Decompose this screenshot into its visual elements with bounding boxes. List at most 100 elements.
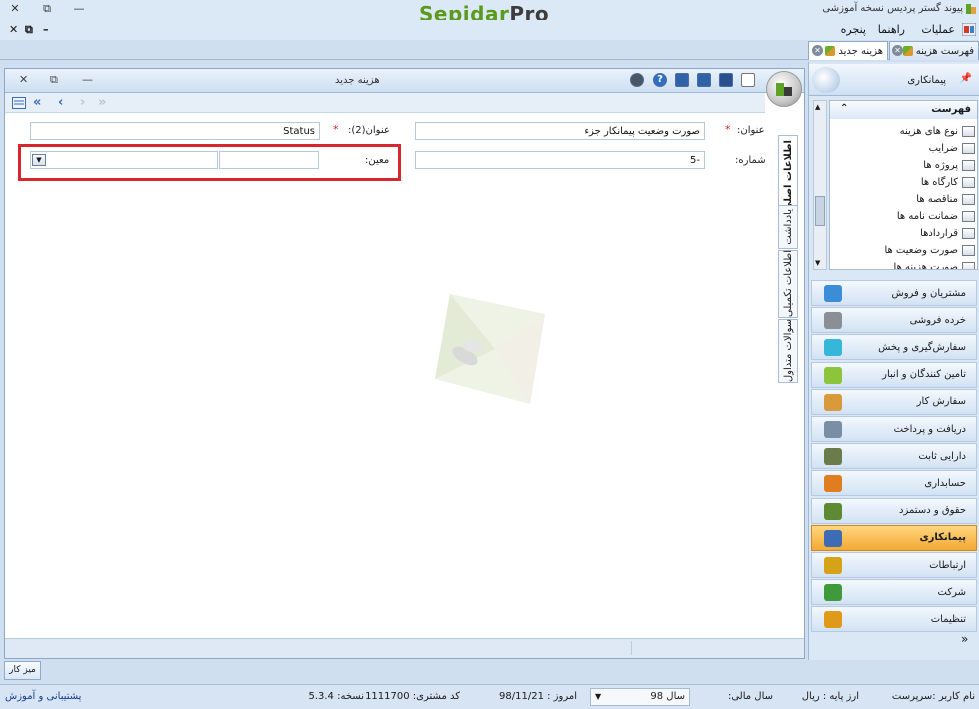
calculator-icon[interactable] bbox=[630, 73, 644, 87]
form-icon bbox=[962, 126, 975, 137]
window-minimize-button[interactable]: — bbox=[72, 2, 86, 16]
list-item-label: نوع های هزینه bbox=[899, 126, 958, 137]
list-item-projects[interactable]: پروژه ها bbox=[830, 157, 977, 174]
module-label: دارایی ثابت bbox=[918, 450, 966, 462]
user-name: نام کاربر :سرپرست bbox=[891, 691, 975, 702]
list-item-contracts[interactable]: قراردادها bbox=[830, 225, 977, 242]
app-icon bbox=[966, 4, 976, 14]
list-item-expense-types[interactable]: نوع های هزینه bbox=[830, 123, 977, 140]
support-link[interactable]: پشتیبانی و آموزش bbox=[5, 691, 81, 702]
today-date: امروز : 98/11/21 bbox=[499, 691, 577, 702]
scroll-thumb[interactable] bbox=[815, 196, 825, 226]
form-close-button[interactable]: ✕ bbox=[19, 73, 28, 86]
system-menu-icon[interactable] bbox=[962, 23, 976, 36]
title-input[interactable] bbox=[415, 122, 705, 140]
module-11[interactable]: شرکت bbox=[811, 579, 977, 606]
form-icon bbox=[962, 194, 975, 205]
module-6[interactable]: دارایی ثابت bbox=[811, 443, 977, 470]
module-label: شرکت bbox=[937, 586, 966, 598]
fiscal-year-label: سال مالی: bbox=[727, 691, 773, 702]
mdi-restore-button[interactable]: ⧉ bbox=[25, 23, 33, 37]
customer-code: کد مشتری: 1111700 bbox=[365, 691, 460, 702]
scroll-down-icon[interactable]: ▼ bbox=[815, 259, 820, 267]
save-icon[interactable] bbox=[719, 73, 733, 87]
module-7[interactable]: حسابداری bbox=[811, 470, 977, 497]
tab-notes[interactable]: یادداشت bbox=[778, 205, 798, 249]
module-icon bbox=[824, 421, 842, 438]
more-modules-button[interactable]: » bbox=[811, 632, 977, 656]
collapse-icon[interactable]: ⌃ bbox=[840, 103, 848, 114]
help-icon[interactable]: ? bbox=[653, 73, 667, 87]
save-and-new-icon[interactable] bbox=[697, 73, 711, 87]
sepidar-icon bbox=[825, 46, 836, 56]
chevron-down-icon: ▼ bbox=[595, 692, 602, 701]
module-2[interactable]: سفارش‌گیری و پخش bbox=[811, 334, 977, 361]
pin-icon[interactable]: 📌 bbox=[960, 73, 972, 84]
tab-label: فهرست هزینه bbox=[915, 45, 974, 57]
module-icon bbox=[824, 448, 842, 466]
list-item-workshops[interactable]: کارگاه ها bbox=[830, 174, 977, 191]
list-view-icon[interactable] bbox=[12, 97, 26, 109]
panel-scrollbar[interactable]: ▲ ▼ bbox=[813, 100, 827, 270]
window-close-button[interactable]: ✕ bbox=[8, 2, 22, 16]
module-1[interactable]: خرده فروشی bbox=[811, 307, 977, 334]
tab-label: هزینه جدید bbox=[838, 45, 883, 57]
module-4[interactable]: سفارش کار bbox=[811, 388, 977, 415]
list-item-label: صورت هزینه ها bbox=[893, 262, 958, 270]
scroll-up-icon[interactable]: ▲ bbox=[815, 103, 820, 111]
module-icon bbox=[824, 502, 842, 520]
mdi-close-button[interactable]: ✕ bbox=[9, 23, 18, 36]
panel-list: فهرست ⌃ نوع های هزینه ضرایب پروژه ها کار… bbox=[829, 100, 978, 270]
new-document-icon[interactable] bbox=[741, 73, 755, 87]
mdi-minimize-button[interactable]: – bbox=[43, 23, 49, 36]
title2-input[interactable] bbox=[30, 122, 320, 140]
desktop-tab[interactable]: میز کار bbox=[4, 661, 41, 680]
form-icon bbox=[962, 211, 975, 222]
save-and-close-icon[interactable] bbox=[675, 73, 689, 87]
list-item-guarantees[interactable]: ضمانت نامه ها bbox=[830, 208, 977, 225]
menu-window[interactable]: پنجره bbox=[841, 23, 866, 36]
tab-extra-info[interactable]: اطلاعات تکمیلی bbox=[778, 250, 798, 318]
base-currency: ارز پایه : ریال bbox=[801, 691, 859, 702]
module-icon bbox=[824, 285, 842, 302]
form-header: ✕ ⧉ — هزینه جدید ? bbox=[5, 69, 804, 93]
list-item-label: ضرایب bbox=[928, 143, 958, 154]
sepidar-icon bbox=[776, 83, 792, 96]
list-item-status-reports[interactable]: صورت وضعیت ها bbox=[830, 242, 977, 259]
number-input[interactable] bbox=[415, 151, 705, 169]
list-item-label: مناقصه ها bbox=[916, 194, 958, 205]
module-0[interactable]: مشتریان و فروش bbox=[811, 280, 977, 306]
list-item-expense-reports[interactable]: صورت هزینه ها bbox=[830, 259, 977, 270]
tab-faq[interactable]: سوالات متداول bbox=[778, 319, 798, 383]
module-label: حسابداری bbox=[924, 477, 966, 489]
list-item-coefficients[interactable]: ضرایب bbox=[830, 140, 977, 157]
list-item-tenders[interactable]: مناقصه ها bbox=[830, 191, 977, 208]
close-icon[interactable]: ✕ bbox=[892, 45, 903, 56]
form-icon bbox=[962, 143, 975, 154]
list-header: فهرست ⌃ bbox=[830, 101, 977, 119]
module-8[interactable]: حقوق و دستمزد bbox=[811, 497, 977, 524]
required-marker: * bbox=[333, 123, 339, 136]
list-title: فهرست bbox=[931, 104, 971, 115]
fiscal-year-select[interactable]: سال 98 ▼ bbox=[590, 688, 690, 706]
module-10[interactable]: ارتباطات bbox=[811, 552, 977, 578]
expense-form-window: ✕ ⧉ — هزینه جدید ? « ‹ › » عنوان: * عنوا… bbox=[4, 68, 805, 659]
nav-next-button[interactable]: › bbox=[80, 96, 85, 109]
menu-help[interactable]: راهنما bbox=[878, 23, 905, 36]
list-item-label: پروژه ها bbox=[923, 160, 958, 171]
module-5[interactable]: دریافت و پرداخت bbox=[811, 416, 977, 442]
nav-prev-button[interactable]: ‹ bbox=[58, 96, 63, 109]
sepidar-icon bbox=[902, 46, 913, 56]
module-12[interactable]: تنظیمات bbox=[811, 606, 977, 633]
module-9[interactable]: پیمانکاری bbox=[811, 524, 977, 551]
form-restore-button[interactable]: ⧉ bbox=[50, 73, 58, 87]
form-minimize-button[interactable]: — bbox=[82, 73, 93, 86]
menu-operations[interactable]: عملیات bbox=[921, 23, 955, 36]
nav-first-button[interactable]: « bbox=[33, 96, 41, 109]
window-restore-button[interactable]: ⧉ bbox=[40, 2, 54, 16]
nav-last-button[interactable]: » bbox=[98, 96, 106, 109]
module-3[interactable]: تامین کنندگان و انبار bbox=[811, 361, 977, 388]
module-label: تنظیمات bbox=[930, 613, 966, 625]
close-icon[interactable]: ✕ bbox=[812, 45, 823, 56]
module-label: ارتباطات bbox=[929, 559, 966, 571]
